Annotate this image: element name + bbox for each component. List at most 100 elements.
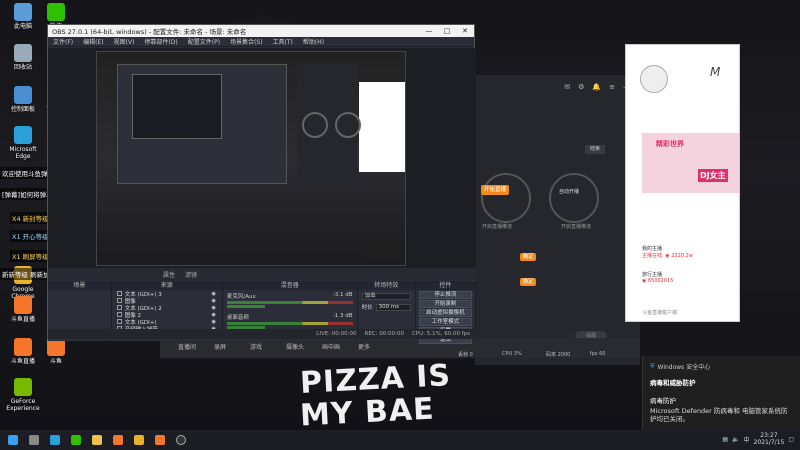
wallpaper-text-2: MY BAE xyxy=(299,391,436,434)
taskbar-chrome-button[interactable] xyxy=(130,431,148,449)
taskbar-store-button[interactable] xyxy=(109,431,127,449)
app-icon xyxy=(14,378,32,396)
source-type-icon xyxy=(116,298,122,303)
caption-2: 开启直播推流 xyxy=(560,224,591,230)
source-type-icon xyxy=(116,319,122,324)
confirm-button-2[interactable]: 确定 xyxy=(520,278,536,286)
volume-icon[interactable]: 🔈 xyxy=(732,436,739,443)
taskbar-folder-button[interactable] xyxy=(88,431,106,449)
bottom-stat: fps 60 xyxy=(590,351,606,357)
visibility-icon[interactable]: ◉ xyxy=(211,312,215,318)
properties-button[interactable]: 属性 xyxy=(163,270,175,279)
bottom-tool-item[interactable]: 更多 xyxy=(358,342,370,351)
obs-menu-item[interactable]: 工具(T) xyxy=(273,37,293,46)
menu-icon[interactable]: ≡ xyxy=(609,83,615,91)
room-1[interactable]: 我的主播 主播在线: ◉ 2320.2w xyxy=(642,245,693,259)
close-icon[interactable]: ✕ xyxy=(456,25,474,37)
edge-icon xyxy=(50,435,60,445)
system-tray: ▤ 🔈 中 23:27 2021/7/15 ▢ xyxy=(722,432,794,446)
taskbar-douyu-button[interactable] xyxy=(151,431,169,449)
duration-input[interactable]: 300 ms xyxy=(375,303,411,311)
mixer-channel: 麦克风/Aux -3.1 dB xyxy=(223,290,357,311)
start-icon xyxy=(8,435,18,445)
taskbar-edge-button[interactable] xyxy=(46,431,64,449)
obs-menubar: 文件(F) 编辑(E) 视图(V) 停靠部件(D) 配置文件(P) 场景集合(S) 工具(T… xyxy=(48,37,474,47)
windows-security-notification[interactable]: ⛨ Windows 安全中心 病毒和威胁防护 病毒防护 Microsoft Def… xyxy=(642,356,800,430)
live-time: LIVE: 00:00:00 xyxy=(316,331,357,337)
clock-time: 23:27 xyxy=(760,432,778,439)
start-live-button[interactable]: 开始直播 xyxy=(481,185,509,195)
obs-menu-item[interactable]: 文件(F) xyxy=(53,37,73,46)
store-icon xyxy=(113,435,123,445)
taskbar-search-button[interactable] xyxy=(25,431,43,449)
bottom-tool-item[interactable]: 游戏 xyxy=(250,342,262,351)
preview-canvas[interactable] xyxy=(96,51,406,266)
obs-menu-item[interactable]: 配置文件(P) xyxy=(188,37,220,46)
message-icon[interactable]: ✉ xyxy=(564,83,570,91)
visibility-icon[interactable]: ◉ xyxy=(211,298,215,304)
visibility-icon[interactable]: ◉ xyxy=(211,305,215,311)
bottom-tool-item[interactable]: 画中画 xyxy=(322,342,340,351)
volume-meter xyxy=(226,322,353,325)
settings-icon[interactable]: ⚙ xyxy=(578,83,584,91)
obs-menu-item[interactable]: 场景集合(S) xyxy=(230,37,263,46)
bottom-stat: 丢帧 0 xyxy=(458,352,473,358)
obs-menu-item[interactable]: 视图(V) xyxy=(114,37,135,46)
obs-window: OBS 27.0.1 (64-bit, windows) - 配置文件: 未命名… xyxy=(47,24,476,344)
bottom-stat: 码率 2000 xyxy=(546,352,571,358)
folder-icon xyxy=(92,435,102,445)
brand-logo: M xyxy=(710,65,721,79)
room-2-info: ◉ 65002015 xyxy=(642,278,674,284)
minimize-icon[interactable]: — xyxy=(420,25,438,37)
obs-preview[interactable] xyxy=(48,48,476,268)
bottom-tool-item[interactable]: 摄像头 xyxy=(286,342,304,351)
desktop-icon[interactable]: 回收站 xyxy=(3,44,43,71)
obs-menu-item[interactable]: 编辑(E) xyxy=(83,37,103,46)
transition-select[interactable]: 淡出 xyxy=(361,293,411,300)
avatar xyxy=(640,65,668,93)
volume-slider[interactable] xyxy=(226,305,353,308)
notification-icon[interactable]: ▢ xyxy=(788,436,794,443)
bottom-tool-item[interactable]: 直播间 xyxy=(178,342,196,351)
confirm-button-1[interactable]: 确定 xyxy=(520,253,536,261)
auto-live-circle[interactable] xyxy=(549,173,599,223)
auto-live-label: 自动开播 xyxy=(559,189,580,195)
filters-button[interactable]: 滤镜 xyxy=(185,270,197,279)
input-language[interactable]: 中 xyxy=(744,435,750,444)
room-2[interactable]: 旅行主播 ◉ 65002015 xyxy=(642,271,673,284)
toast-title: 病毒和威胁防护 xyxy=(650,379,696,387)
network-icon[interactable]: ▤ xyxy=(722,436,728,443)
promo-banner[interactable]: 精彩世界 DJ女主 xyxy=(642,133,739,193)
control-button[interactable]: 停止推流 xyxy=(418,291,472,299)
room-1-info: 主播在线: ◉ 2320.2w xyxy=(642,253,693,259)
end-button[interactable]: 结束 xyxy=(585,145,605,154)
visibility-icon[interactable]: ◉ xyxy=(211,291,215,297)
bell-icon[interactable]: 🔔 xyxy=(592,83,601,91)
control-button[interactable]: 工作室模式 xyxy=(418,318,472,326)
taskbar-wechat-button[interactable] xyxy=(67,431,85,449)
bottom-tool-item[interactable]: 录屏 xyxy=(214,342,226,351)
banner-title-1: 精彩世界 xyxy=(656,140,684,148)
visibility-icon[interactable]: ◉ xyxy=(211,319,215,325)
caption-1: 开启直播推流 xyxy=(481,224,512,230)
wechat-icon xyxy=(71,435,81,445)
obs-menu-item[interactable]: 帮助(H) xyxy=(303,37,324,46)
start-live-circle[interactable] xyxy=(481,173,531,223)
taskbar-obs-button[interactable] xyxy=(172,431,190,449)
maximize-icon[interactable]: □ xyxy=(438,25,456,37)
volume-meter xyxy=(226,301,353,304)
desktop-icon[interactable]: GeForce Experience xyxy=(3,378,43,412)
toast-body: Microsoft Defender 防病毒和 电脑管家系统防护均已关闭。 xyxy=(650,407,788,423)
obs-title: OBS 27.0.1 (64-bit, windows) - 配置文件: 未命名… xyxy=(52,28,247,36)
banner-title-2: DJ女主 xyxy=(698,169,728,182)
taskbar-start-button[interactable] xyxy=(4,431,22,449)
obs-statusbar: LIVE: 00:00:00 REC: 00:00:00 CPU: 5.1%, … xyxy=(48,329,476,339)
clock[interactable]: 23:27 2021/7/15 xyxy=(754,432,785,446)
desktop-icon[interactable]: Microsoft Edge xyxy=(3,126,43,160)
control-button[interactable]: 启动虚拟摄像机 xyxy=(418,309,472,317)
control-button[interactable]: 开始录制 xyxy=(418,300,472,308)
desktop-icon[interactable]: 斗鱼 xyxy=(36,338,76,365)
obs-menu-item[interactable]: 停靠部件(D) xyxy=(144,37,177,46)
obs-titlebar[interactable]: OBS 27.0.1 (64-bit, windows) - 配置文件: 未命名… xyxy=(48,25,474,37)
app-top-icons: ✉ ⚙ 🔔 ≡ — xyxy=(564,83,630,91)
